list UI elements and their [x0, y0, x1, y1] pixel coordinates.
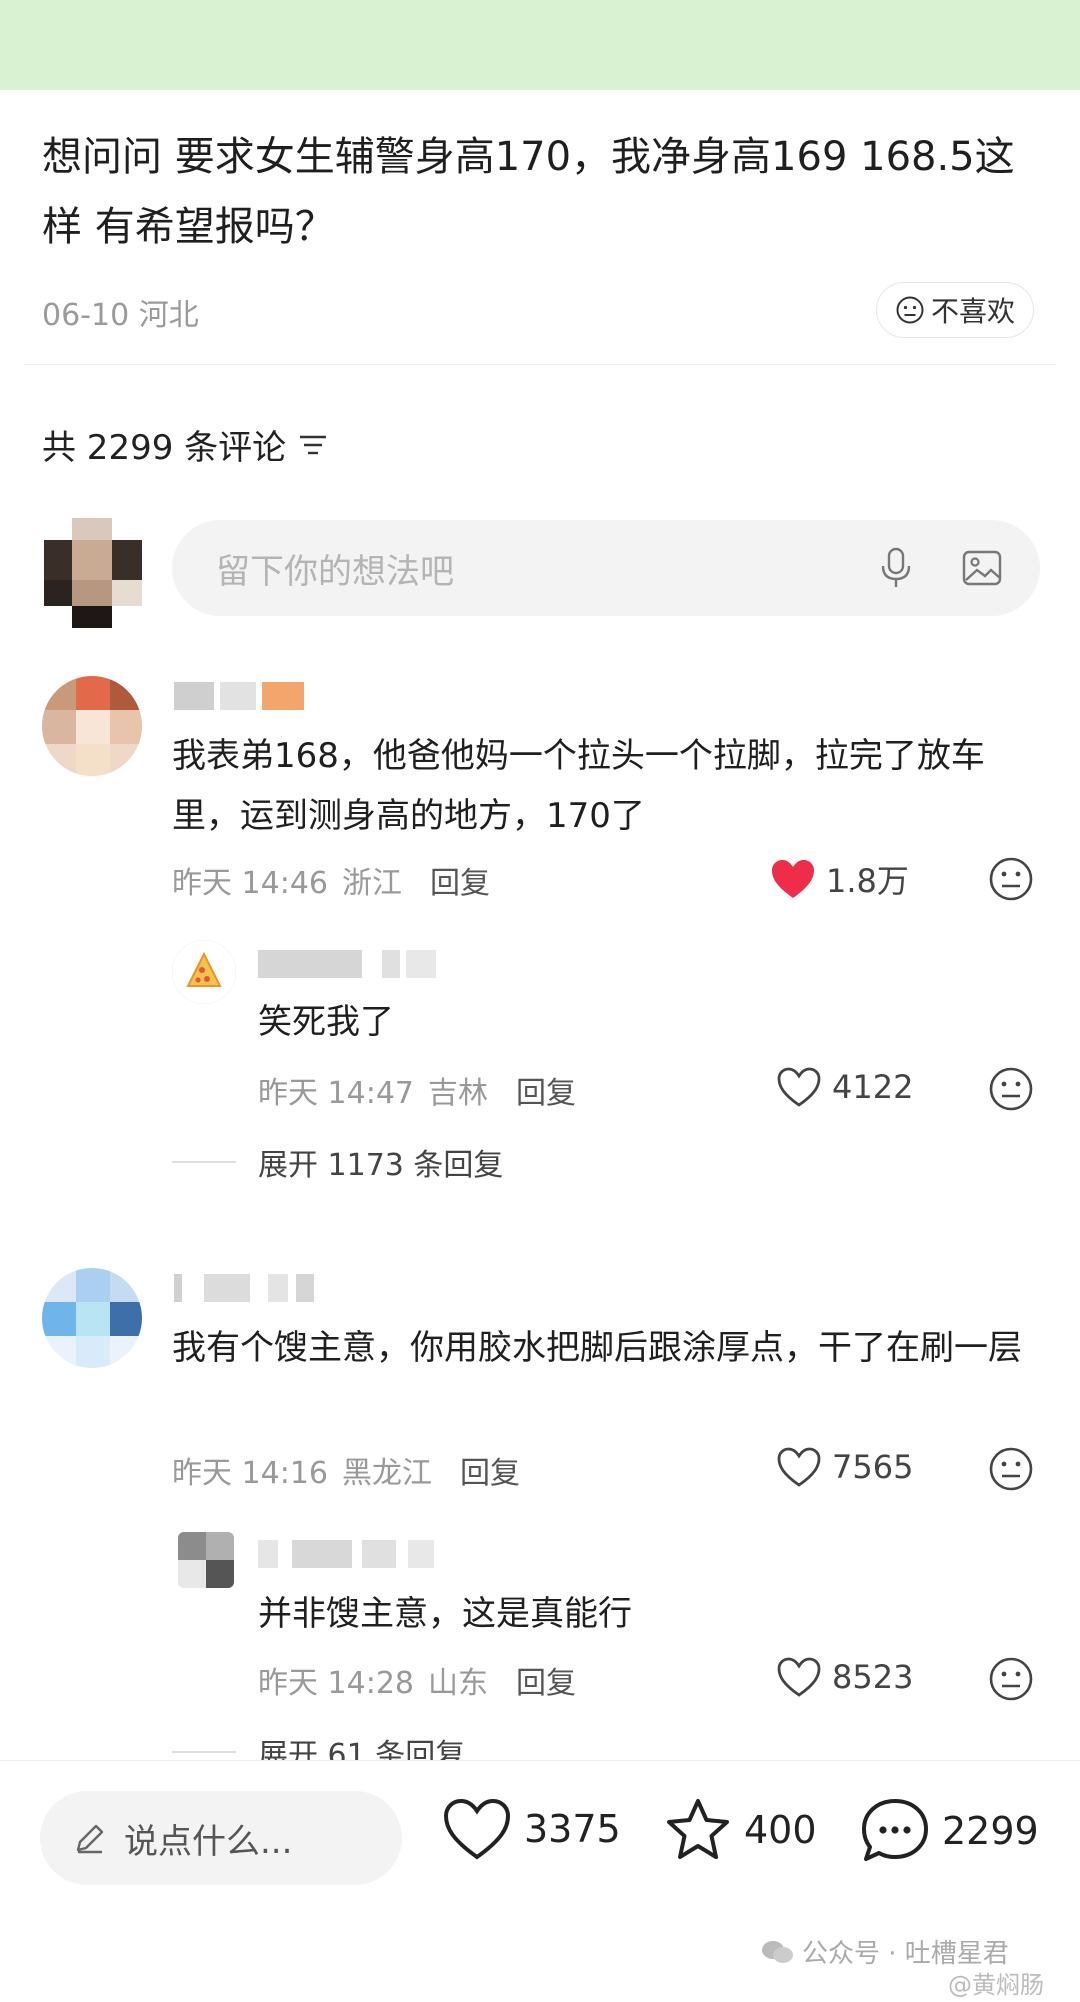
favorite-button[interactable]: 400	[664, 1797, 817, 1863]
dislike-icon[interactable]	[988, 856, 1034, 902]
comment-time: 昨天 14:16	[172, 1456, 328, 1491]
post-like-count: 3375	[524, 1807, 621, 1851]
comment-meta: 昨天 14:16 黑龙江 回复	[172, 1448, 520, 1492]
dislike-icon[interactable]	[988, 1446, 1034, 1492]
comment-location: 黑龙江	[342, 1456, 432, 1491]
reply-text: 并非馊主意，这是真能行	[258, 1594, 632, 1634]
like-count: 1.8万	[826, 862, 909, 900]
username-blurred	[174, 1274, 314, 1302]
username-blurred	[258, 1540, 438, 1568]
dislike-icon[interactable]	[988, 1066, 1034, 1112]
comment-location: 浙江	[342, 866, 402, 901]
reply-button[interactable]: 回复	[516, 1068, 576, 1112]
say-something-input[interactable]: 说点什么...	[40, 1791, 402, 1885]
sort-icon[interactable]	[298, 432, 328, 458]
avatar[interactable]	[42, 676, 142, 776]
heart-icon	[777, 1447, 821, 1487]
reply-button[interactable]: 回复	[430, 858, 490, 902]
post-meta: 06-10 河北	[42, 298, 199, 333]
comment-input[interactable]: 留下你的想法吧	[172, 520, 1040, 616]
watermark-handle: @黄焖肠	[948, 1971, 1044, 1999]
reply-time: 昨天 14:47	[258, 1076, 414, 1111]
comment-input-placeholder: 留下你的想法吧	[216, 551, 454, 592]
microphone-icon[interactable]	[876, 546, 916, 590]
comment-time: 昨天 14:46	[172, 866, 328, 901]
pencil-icon	[76, 1824, 104, 1854]
comment-text: 我表弟168，他爸他妈一个拉头一个拉脚，拉完了放车里，运到测身高的地方，170了	[172, 736, 985, 836]
comment-count-label: 共 2299 条评论	[42, 428, 287, 468]
avatar[interactable]	[178, 1532, 234, 1588]
expand-replies-button[interactable]: 展开 1173 条回复	[172, 1140, 503, 1184]
like-button[interactable]: 1.8万	[770, 856, 909, 902]
reply-text: 笑死我了	[258, 1002, 394, 1042]
post-like-button[interactable]: 3375	[442, 1797, 621, 1861]
image-icon[interactable]	[960, 546, 1004, 590]
reply-location: 山东	[428, 1666, 488, 1701]
heart-icon	[777, 1067, 821, 1107]
comment-count-header: 共 2299 条评论	[42, 420, 328, 469]
reply-button[interactable]: 回复	[460, 1448, 520, 1492]
reply-button[interactable]: 回复	[516, 1658, 576, 1702]
expand-replies-label: 展开 1173 条回复	[258, 1148, 504, 1183]
reply-meta: 昨天 14:28 山东 回复	[258, 1658, 576, 1702]
say-something-placeholder: 说点什么...	[124, 1821, 293, 1862]
reply-meta: 昨天 14:47 吉林 回复	[258, 1068, 576, 1112]
comments-button[interactable]: 2299	[860, 1797, 1039, 1865]
divider	[24, 364, 1056, 365]
reply-time: 昨天 14:28	[258, 1666, 414, 1701]
heart-filled-icon	[772, 860, 814, 898]
like-button[interactable]: 7565	[776, 1446, 913, 1488]
heart-icon	[443, 1798, 511, 1860]
username-blurred	[174, 682, 304, 710]
post-title: 想问问 要求女生辅警身高170，我净身高169 168.5这样 有希望报吗？	[42, 134, 1015, 250]
bottom-action-bar: 说点什么... 3375 400 2299 公众号 · 吐槽星君 @黄焖肠	[0, 1760, 1080, 2002]
dislike-label: 不喜欢	[930, 295, 1015, 328]
comment-meta: 昨天 14:46 浙江 回复	[172, 858, 490, 902]
star-icon	[667, 1799, 729, 1859]
status-bar	[0, 0, 1080, 90]
heart-icon	[777, 1657, 821, 1697]
pizza-avatar[interactable]	[172, 940, 236, 1004]
expand-line	[172, 1751, 236, 1753]
like-count: 8523	[832, 1658, 914, 1696]
like-button[interactable]: 8523	[776, 1656, 913, 1698]
user-avatar	[44, 518, 142, 628]
wechat-icon	[762, 1940, 793, 1963]
like-count: 7565	[832, 1448, 914, 1486]
favorite-count: 400	[744, 1808, 817, 1852]
comment-total: 2299	[942, 1809, 1039, 1853]
avatar[interactable]	[42, 1268, 142, 1368]
dislike-button[interactable]: 不喜欢	[876, 282, 1034, 338]
dislike-icon[interactable]	[988, 1656, 1034, 1702]
username-blurred	[258, 950, 438, 978]
reply-location: 吉林	[428, 1076, 488, 1111]
like-count: 4122	[832, 1068, 914, 1106]
like-button[interactable]: 4122	[776, 1066, 913, 1108]
comment-text: 我有个馊主意，你用胶水把脚后跟涂厚点，干了在刷一层	[172, 1328, 1022, 1368]
chat-bubble-icon	[862, 1799, 928, 1861]
expand-line	[172, 1161, 236, 1163]
meh-face-icon	[896, 296, 924, 324]
